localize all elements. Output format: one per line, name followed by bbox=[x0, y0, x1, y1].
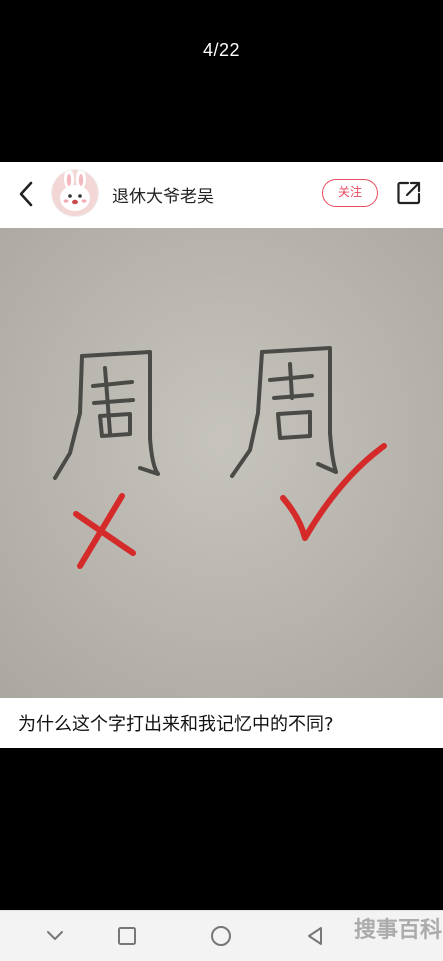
post-card: 退休大爷老吴 关注 为什么这个字打出来和我记忆中的不同? bbox=[0, 162, 443, 748]
nav-back-button[interactable] bbox=[302, 923, 328, 949]
square-icon bbox=[118, 927, 136, 945]
nav-recents-button[interactable] bbox=[114, 923, 140, 949]
back-button[interactable] bbox=[14, 179, 38, 209]
chevron-down-icon bbox=[47, 931, 63, 940]
share-icon bbox=[397, 181, 421, 205]
triangle-back-icon bbox=[308, 927, 322, 945]
follow-button[interactable]: 关注 bbox=[322, 179, 378, 207]
watermark: 搜事百科 bbox=[354, 918, 443, 943]
image-counter: 4/22 bbox=[202, 40, 241, 60]
post-caption: 为什么这个字打出来和我记忆中的不同? bbox=[18, 714, 334, 735]
nav-collapse-button[interactable] bbox=[42, 923, 68, 949]
circle-icon bbox=[211, 926, 231, 946]
avatar[interactable] bbox=[52, 170, 98, 216]
nav-home-button[interactable] bbox=[208, 923, 234, 949]
chevron-left-icon bbox=[19, 181, 33, 207]
post-header: 退休大爷老吴 关注 bbox=[0, 162, 443, 226]
share-button[interactable] bbox=[396, 180, 422, 206]
author-name[interactable]: 退休大爷老吴 bbox=[112, 182, 214, 207]
post-photo[interactable] bbox=[0, 228, 443, 698]
rabbit-avatar-icon bbox=[52, 170, 98, 216]
